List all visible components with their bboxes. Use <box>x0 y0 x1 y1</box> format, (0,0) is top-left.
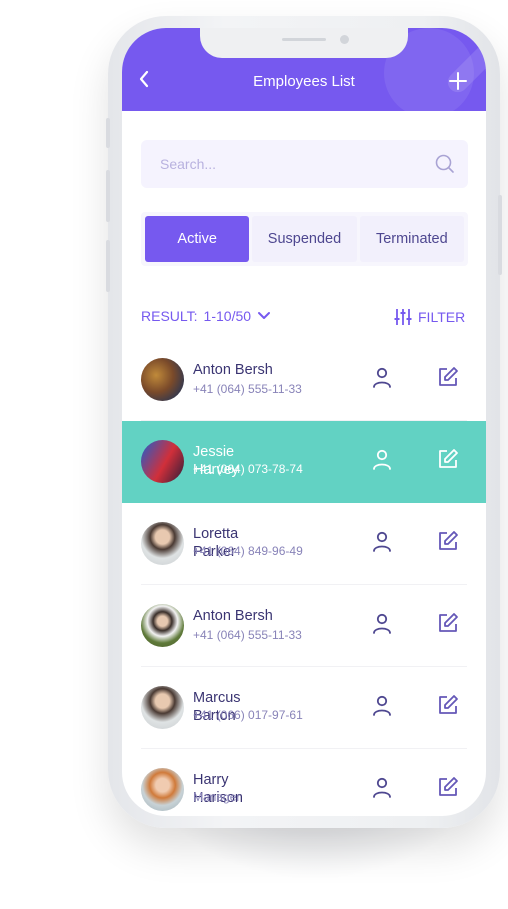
phone-volume-up <box>106 170 110 222</box>
employee-list: Anton Bersh +41 (064) 555-11-33 Jessie H… <box>122 339 486 816</box>
employee-name: Anton Bersh <box>193 362 273 378</box>
tab-suspended[interactable]: Suspended <box>252 216 357 262</box>
edit-icon[interactable] <box>437 694 459 716</box>
employee-phone: +41 (064) 073-78-74 <box>193 462 303 476</box>
app-header: Employees List <box>122 28 486 111</box>
edit-icon[interactable] <box>437 366 459 388</box>
search-input[interactable] <box>141 140 431 188</box>
result-label: RESULT: <box>141 308 198 324</box>
plus-icon <box>449 72 467 90</box>
user-icon[interactable] <box>372 367 392 389</box>
employee-row[interactable]: Marcus Barton +41 (066) 017-97-61 <box>122 667 486 749</box>
avatar <box>141 522 184 565</box>
camera <box>340 35 349 44</box>
avatar <box>141 686 184 729</box>
avatar <box>141 440 184 483</box>
employee-phone: +41 (066) 017-97-61 <box>193 708 303 722</box>
employee-phone: Manager <box>193 790 241 804</box>
user-icon[interactable] <box>372 695 392 717</box>
edit-icon[interactable] <box>437 530 459 552</box>
phone-notch <box>200 28 408 58</box>
employee-row[interactable]: Harry Harison Manager <box>122 749 486 816</box>
sliders-icon <box>394 309 412 325</box>
phone-side-button <box>106 118 110 148</box>
edit-icon[interactable] <box>437 612 459 634</box>
filter-label: FILTER <box>418 309 466 325</box>
user-icon[interactable] <box>372 449 392 471</box>
employee-row-selected[interactable]: Jessie Harvey +41 (064) 073-78-74 <box>122 421 486 503</box>
status-tabs: Active Suspended Terminated <box>141 212 468 266</box>
edit-icon[interactable] <box>437 448 459 470</box>
employee-row[interactable]: Anton Bersh +41 (064) 555-11-33 <box>122 339 486 421</box>
avatar <box>141 358 184 401</box>
avatar <box>141 768 184 811</box>
app-screen: Employees List Active Suspended Terminat… <box>122 28 486 816</box>
edit-icon[interactable] <box>437 776 459 798</box>
user-icon[interactable] <box>372 531 392 553</box>
chevron-down-icon <box>258 312 271 319</box>
user-icon[interactable] <box>372 777 392 799</box>
phone-power-button <box>498 195 502 275</box>
page-title: Employees List <box>253 73 355 90</box>
employee-name: Anton Bersh <box>193 608 273 624</box>
phone-volume-down <box>106 240 110 292</box>
employee-phone: +41 (064) 849-96-49 <box>193 544 303 558</box>
result-dropdown[interactable]: RESULT: 1-10/50 <box>141 308 271 324</box>
tab-terminated[interactable]: Terminated <box>359 216 464 262</box>
employee-row[interactable]: Anton Bersh +41 (064) 555-11-33 <box>122 585 486 667</box>
avatar <box>141 604 184 647</box>
search-box <box>141 140 468 188</box>
speaker <box>282 38 326 41</box>
tab-active[interactable]: Active <box>145 216 250 262</box>
employee-phone: +41 (064) 555-11-33 <box>193 628 302 642</box>
add-employee-button[interactable] <box>449 66 467 97</box>
result-value: 1-10/50 <box>203 308 252 324</box>
filter-button[interactable]: FILTER <box>394 308 465 326</box>
user-icon[interactable] <box>372 613 392 635</box>
employee-row[interactable]: Loretta Parker +41 (064) 849-96-49 <box>122 503 486 585</box>
employee-phone: +41 (064) 555-11-33 <box>193 382 302 396</box>
search-icon[interactable] <box>435 154 455 174</box>
